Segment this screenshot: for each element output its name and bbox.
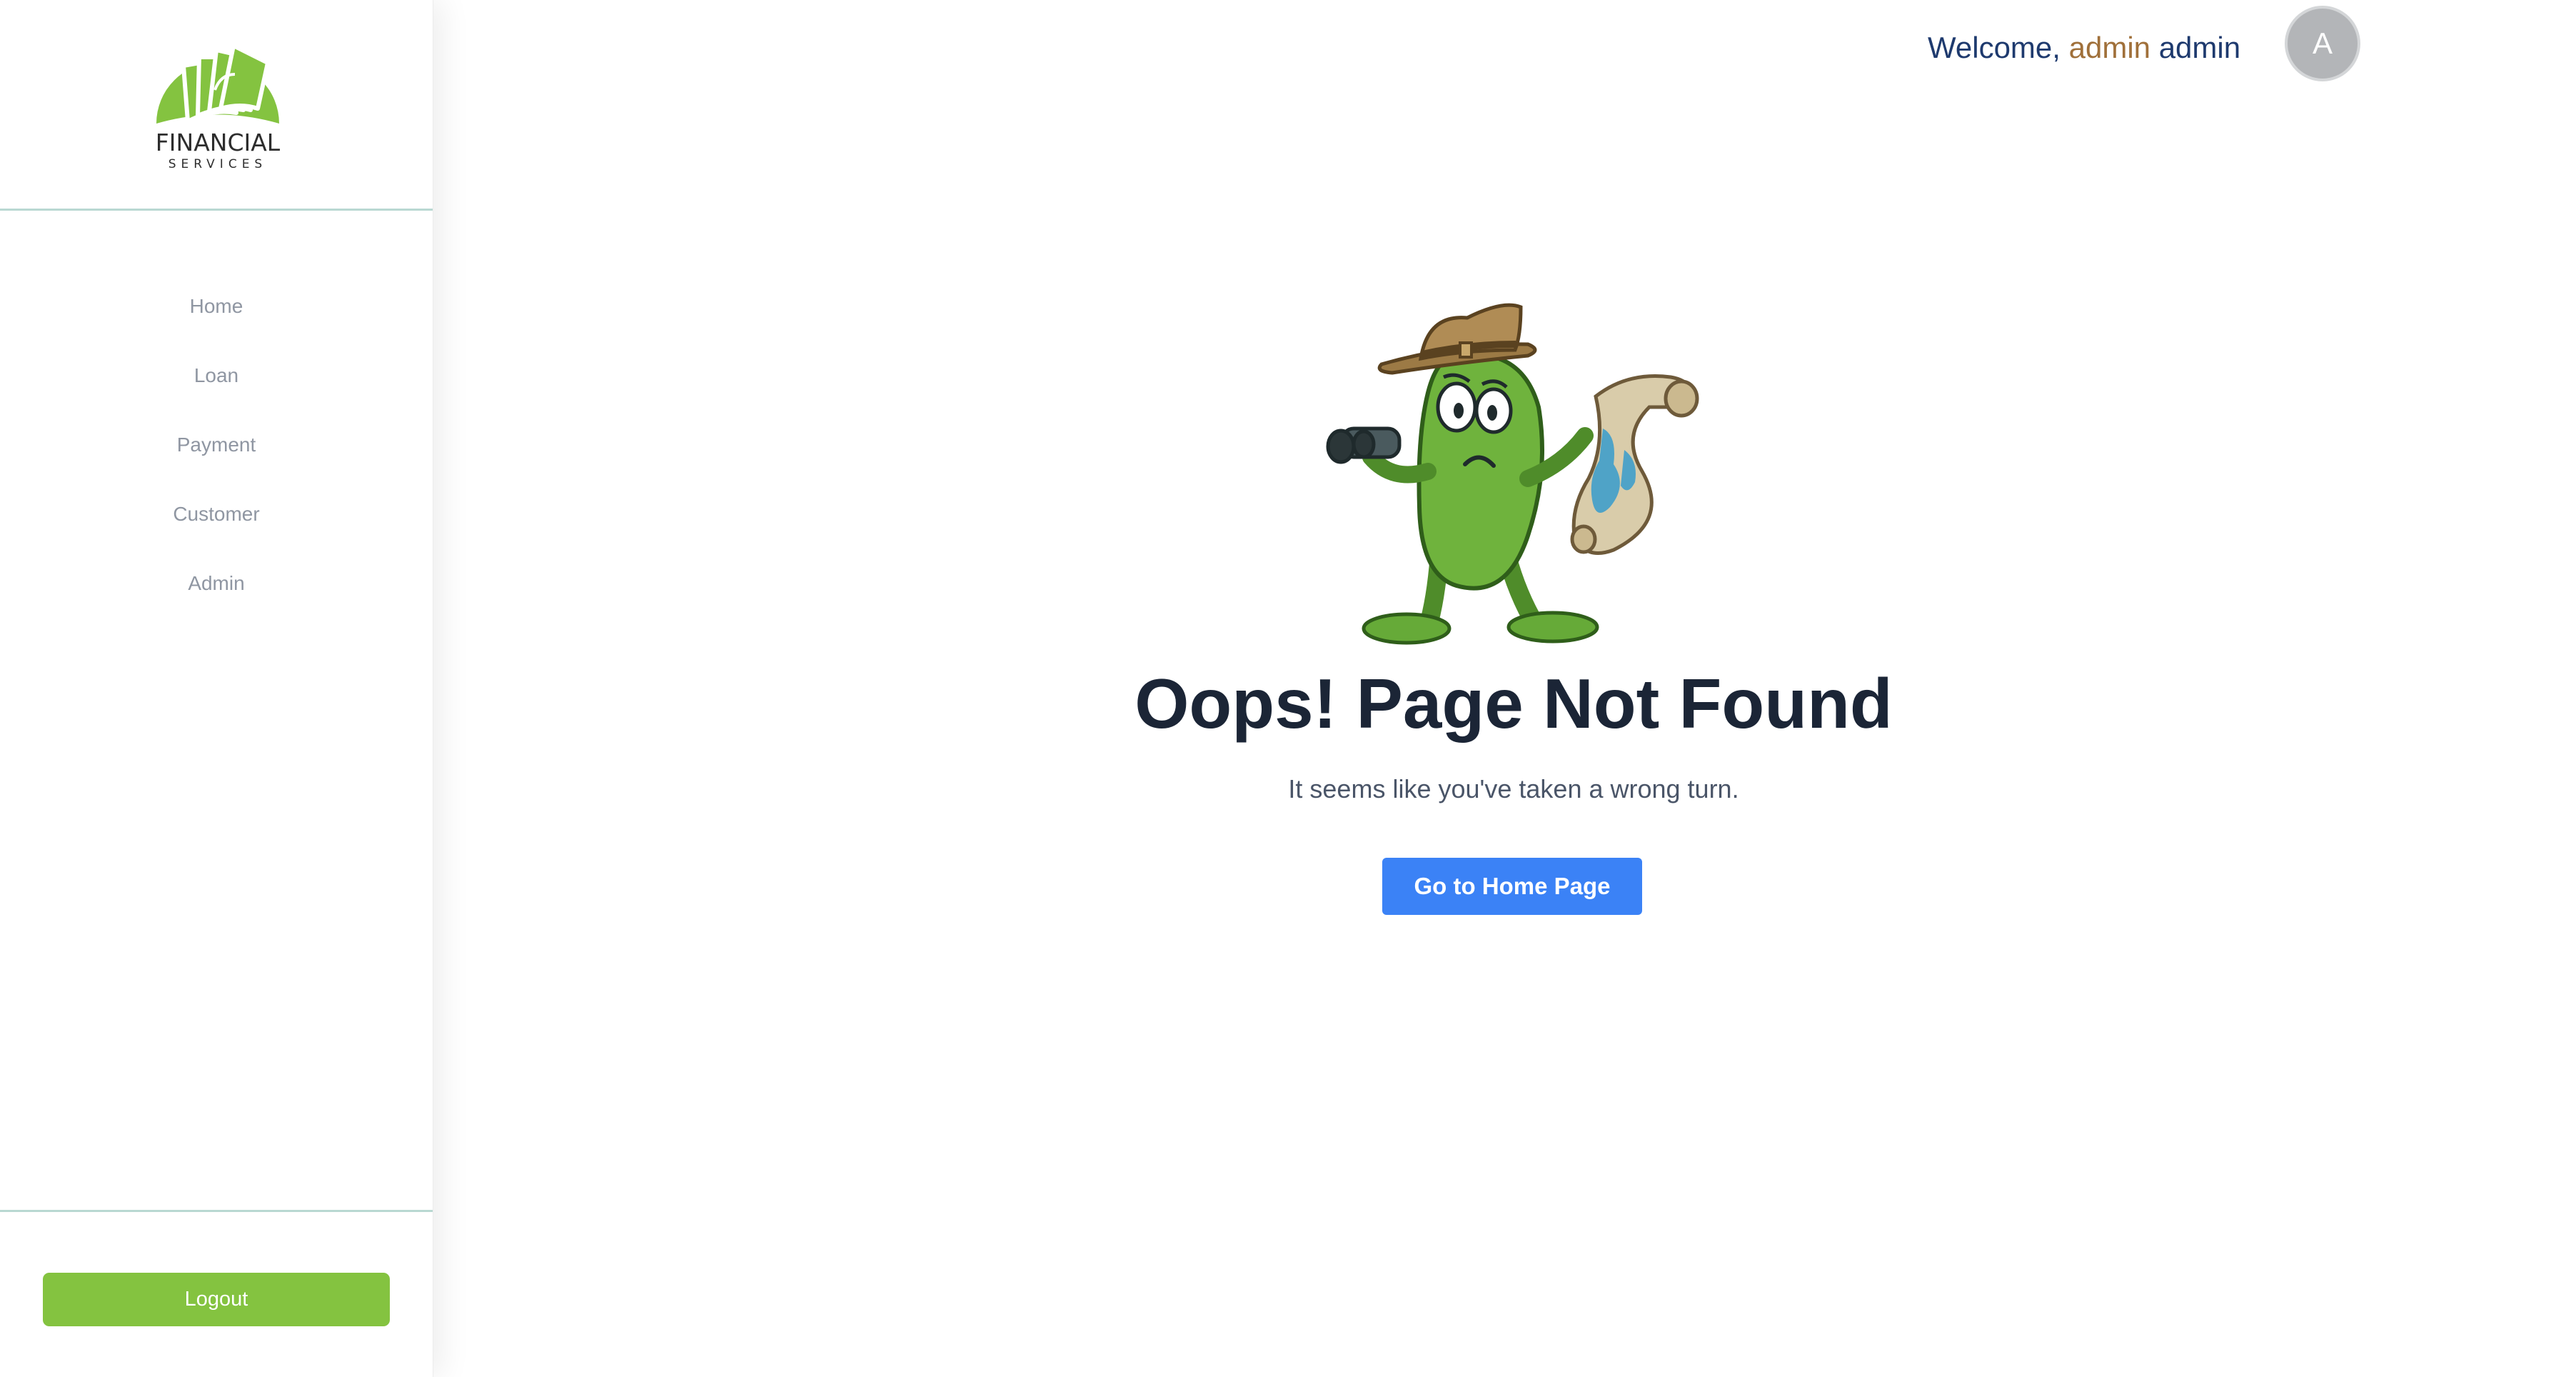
brand-name: FINANCIAL <box>155 129 281 156</box>
brand-logo[interactable]: FINANCIAL SERVICES <box>146 21 289 175</box>
go-home-button[interactable]: Go to Home Page <box>1382 858 1642 915</box>
app-root: FINANCIAL SERVICES Home Loan Payment Cus… <box>0 0 2576 1377</box>
welcome-message: Welcome, admin admin <box>1928 30 2240 66</box>
sidebar-item-admin[interactable]: Admin <box>0 557 433 626</box>
sidebar-item-loan[interactable]: Loan <box>0 349 433 419</box>
documents-leaf-icon <box>156 44 279 124</box>
logout-button[interactable]: Logout <box>43 1273 390 1326</box>
sidebar-item-payment[interactable]: Payment <box>0 419 433 488</box>
sidebar-item-customer[interactable]: Customer <box>0 488 433 557</box>
user-last-name: admin <box>2158 31 2241 64</box>
welcome-label: Welcome, <box>1928 31 2061 64</box>
avatar[interactable]: A <box>2285 6 2360 81</box>
user-first-name: admin <box>2068 31 2151 64</box>
sidebar-nav: Home Loan Payment Customer Admin <box>0 280 433 626</box>
page-title: Oops! Page Not Found <box>1134 664 1893 743</box>
sidebar: FINANCIAL SERVICES Home Loan Payment Cus… <box>0 0 433 1377</box>
brand-tagline: SERVICES <box>168 157 268 171</box>
explorer-bean-with-binoculars-and-map-icon <box>1326 303 1699 645</box>
sidebar-footer: Logout <box>0 1210 433 1377</box>
sidebar-item-home[interactable]: Home <box>0 280 433 349</box>
page-subtitle: It seems like you've taken a wrong turn. <box>1288 774 1739 803</box>
not-found-illustration <box>1314 293 1714 650</box>
logo-area: FINANCIAL SERVICES <box>0 0 433 211</box>
